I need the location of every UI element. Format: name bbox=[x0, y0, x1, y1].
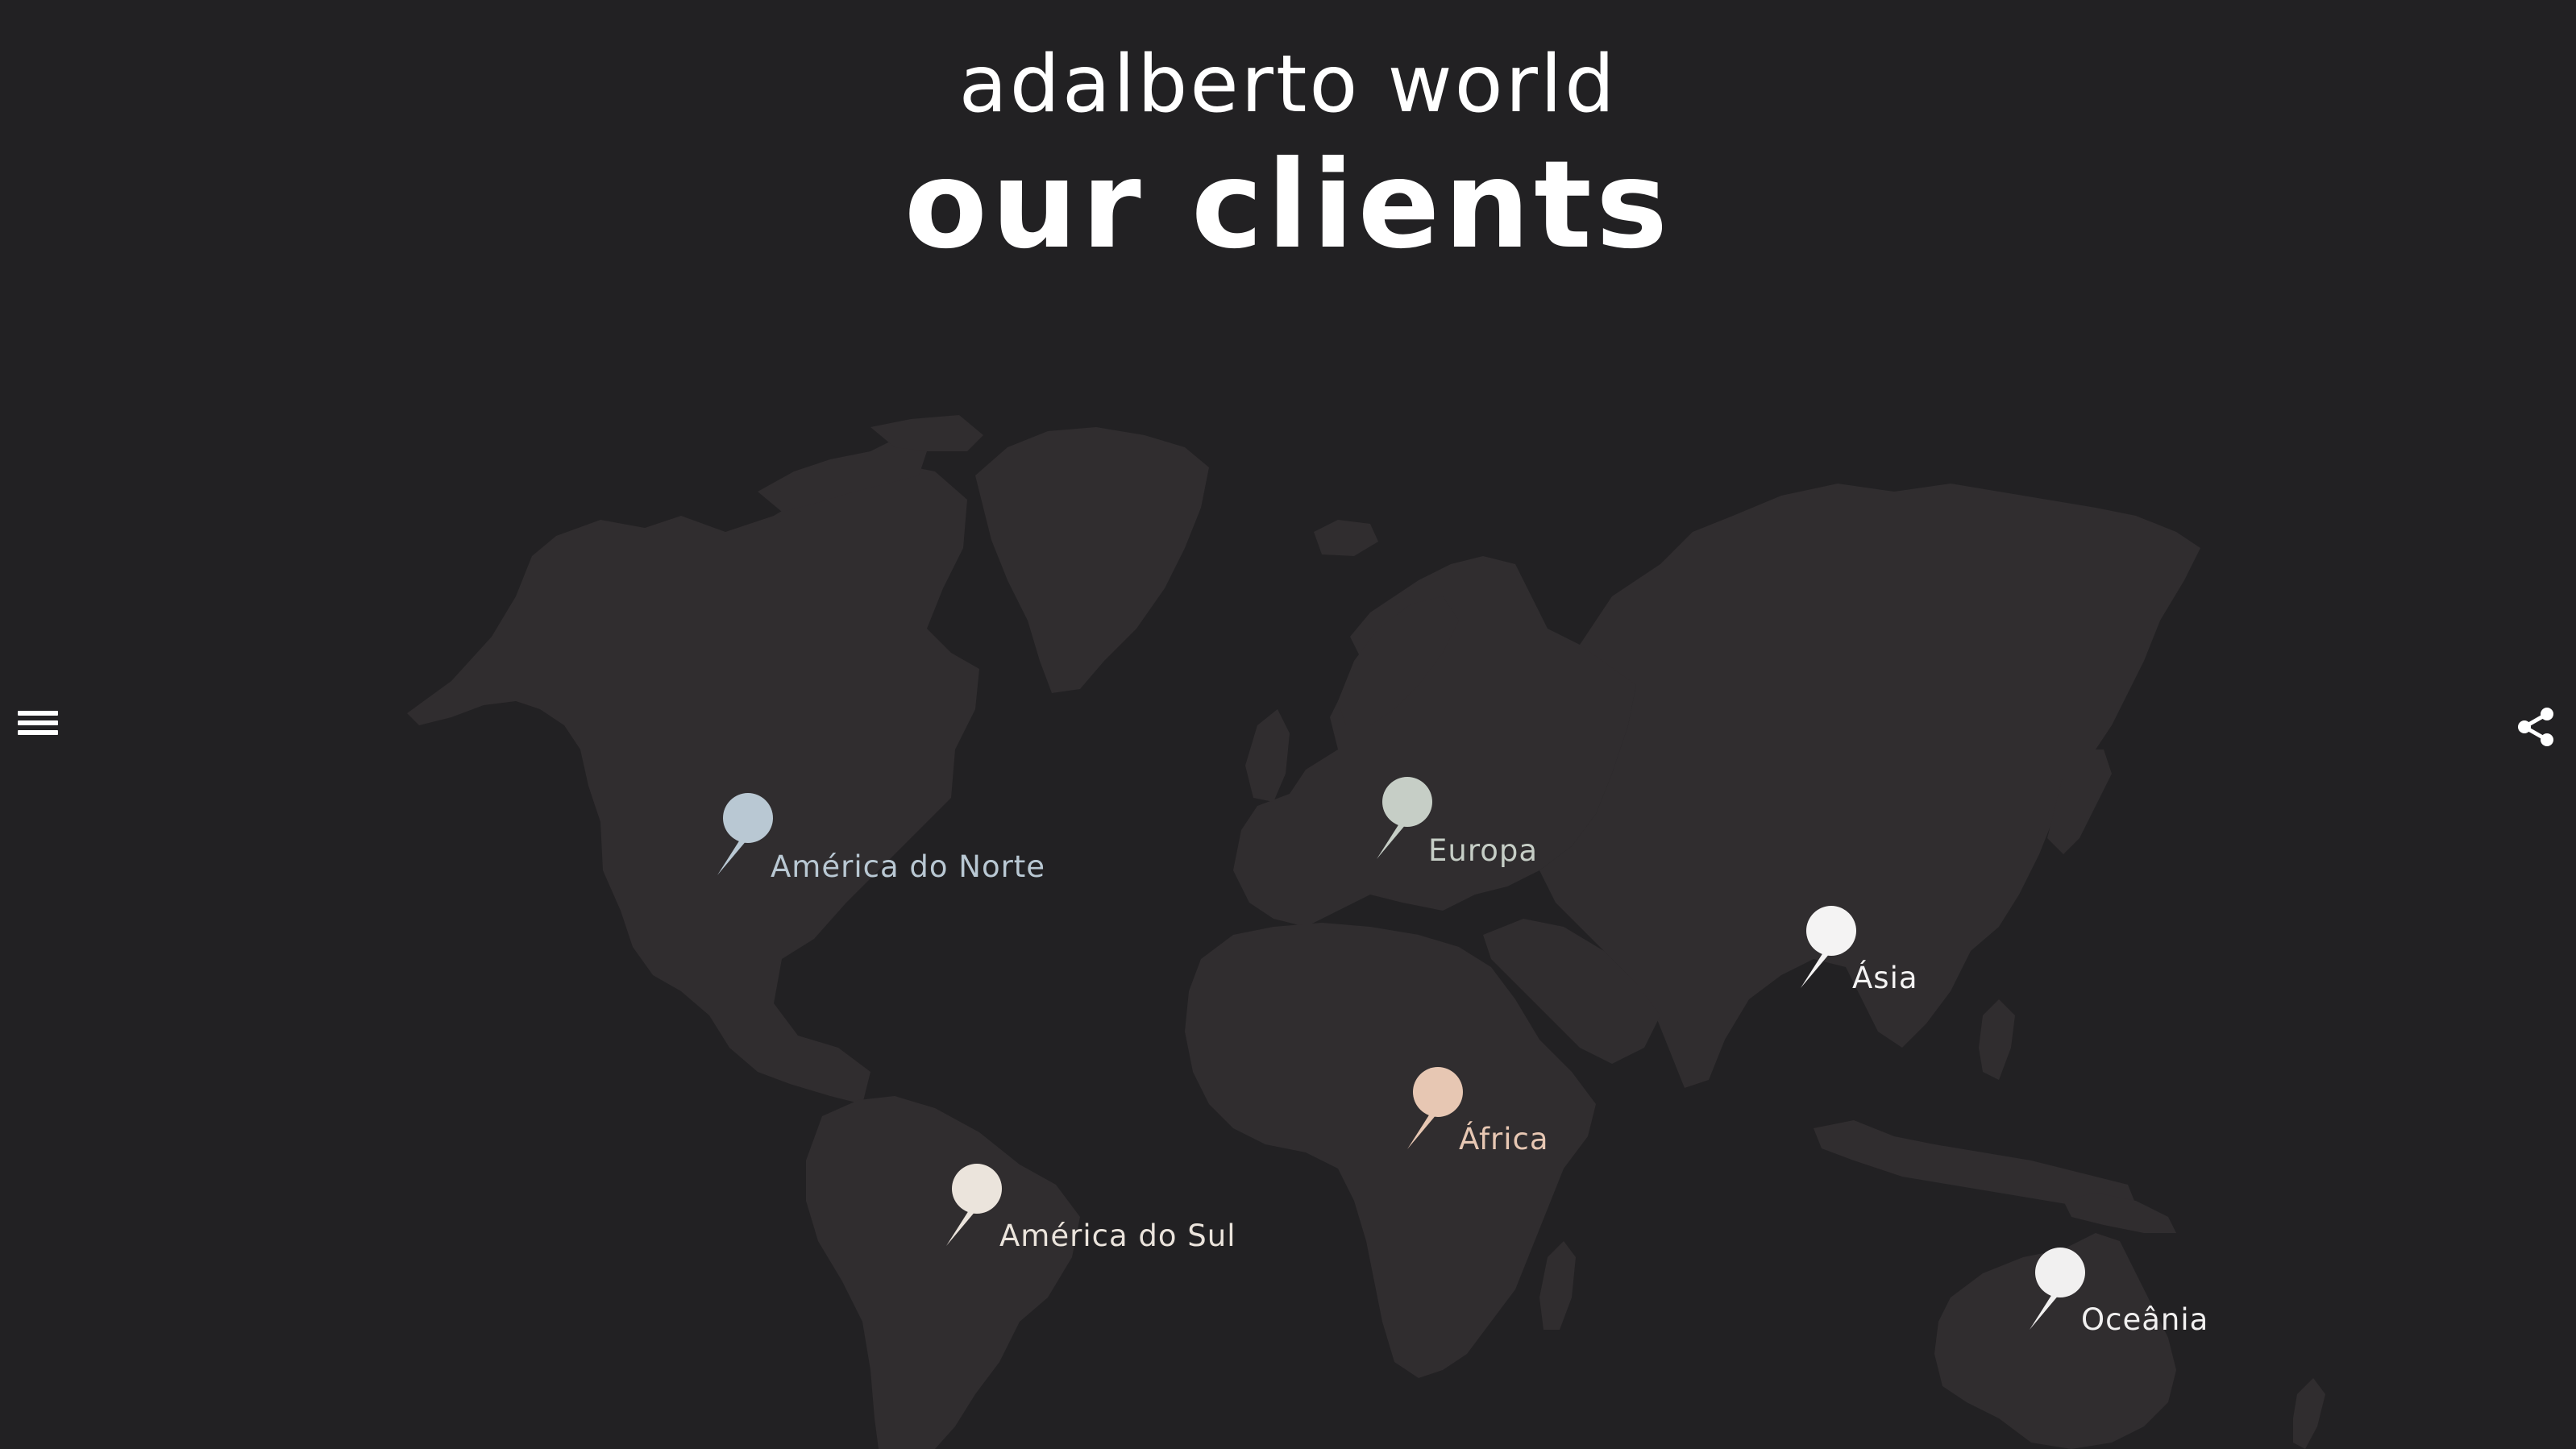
philippines-shape bbox=[1979, 999, 2015, 1080]
marker-label: África bbox=[1459, 1122, 1549, 1156]
share-icon bbox=[2518, 708, 2553, 746]
new-zealand-shape bbox=[2293, 1378, 2325, 1449]
map-marker-oceania[interactable]: Oceânia bbox=[2023, 1246, 2313, 1343]
marker-label: Ásia bbox=[1852, 961, 1918, 995]
marker-label: América do Sul bbox=[999, 1219, 1236, 1253]
map-pin-icon bbox=[1407, 1067, 1463, 1149]
south-america-shape bbox=[806, 1096, 1080, 1449]
marker-label: Oceânia bbox=[2081, 1302, 2209, 1337]
map-marker-asia[interactable]: Ásia bbox=[1794, 904, 2084, 1001]
page-subtitle: adalberto world bbox=[958, 39, 1618, 131]
page-header: adalberto world our clients bbox=[0, 32, 2576, 274]
map-marker-africa[interactable]: África bbox=[1401, 1065, 1691, 1162]
madagascar-shape bbox=[1539, 1241, 1576, 1330]
page-title: our clients bbox=[904, 135, 1672, 276]
map-marker-south-america[interactable]: América do Sul bbox=[940, 1162, 1236, 1259]
marker-label: Europa bbox=[1428, 833, 1539, 868]
map-pin-icon bbox=[1377, 777, 1432, 859]
share-button[interactable] bbox=[2513, 703, 2561, 751]
map-marker-europe[interactable]: Europa bbox=[1370, 775, 1660, 872]
map-pin-icon bbox=[1801, 906, 1856, 988]
page: adalberto world our clients América do N… bbox=[0, 0, 2576, 1449]
map-pin-icon bbox=[2030, 1248, 2085, 1330]
marker-label: América do Norte bbox=[771, 849, 1046, 884]
iceland-shape bbox=[1314, 520, 1378, 556]
menu-button[interactable] bbox=[11, 696, 64, 749]
map-marker-north-america[interactable]: América do Norte bbox=[711, 791, 1045, 888]
map-pin-icon bbox=[946, 1164, 1002, 1246]
greenland-shape bbox=[975, 427, 1209, 693]
uk-shape bbox=[1245, 709, 1290, 802]
map-pin-icon bbox=[717, 793, 773, 875]
north-america-shape bbox=[407, 463, 979, 1104]
new-guinea-shape bbox=[2063, 1193, 2176, 1233]
